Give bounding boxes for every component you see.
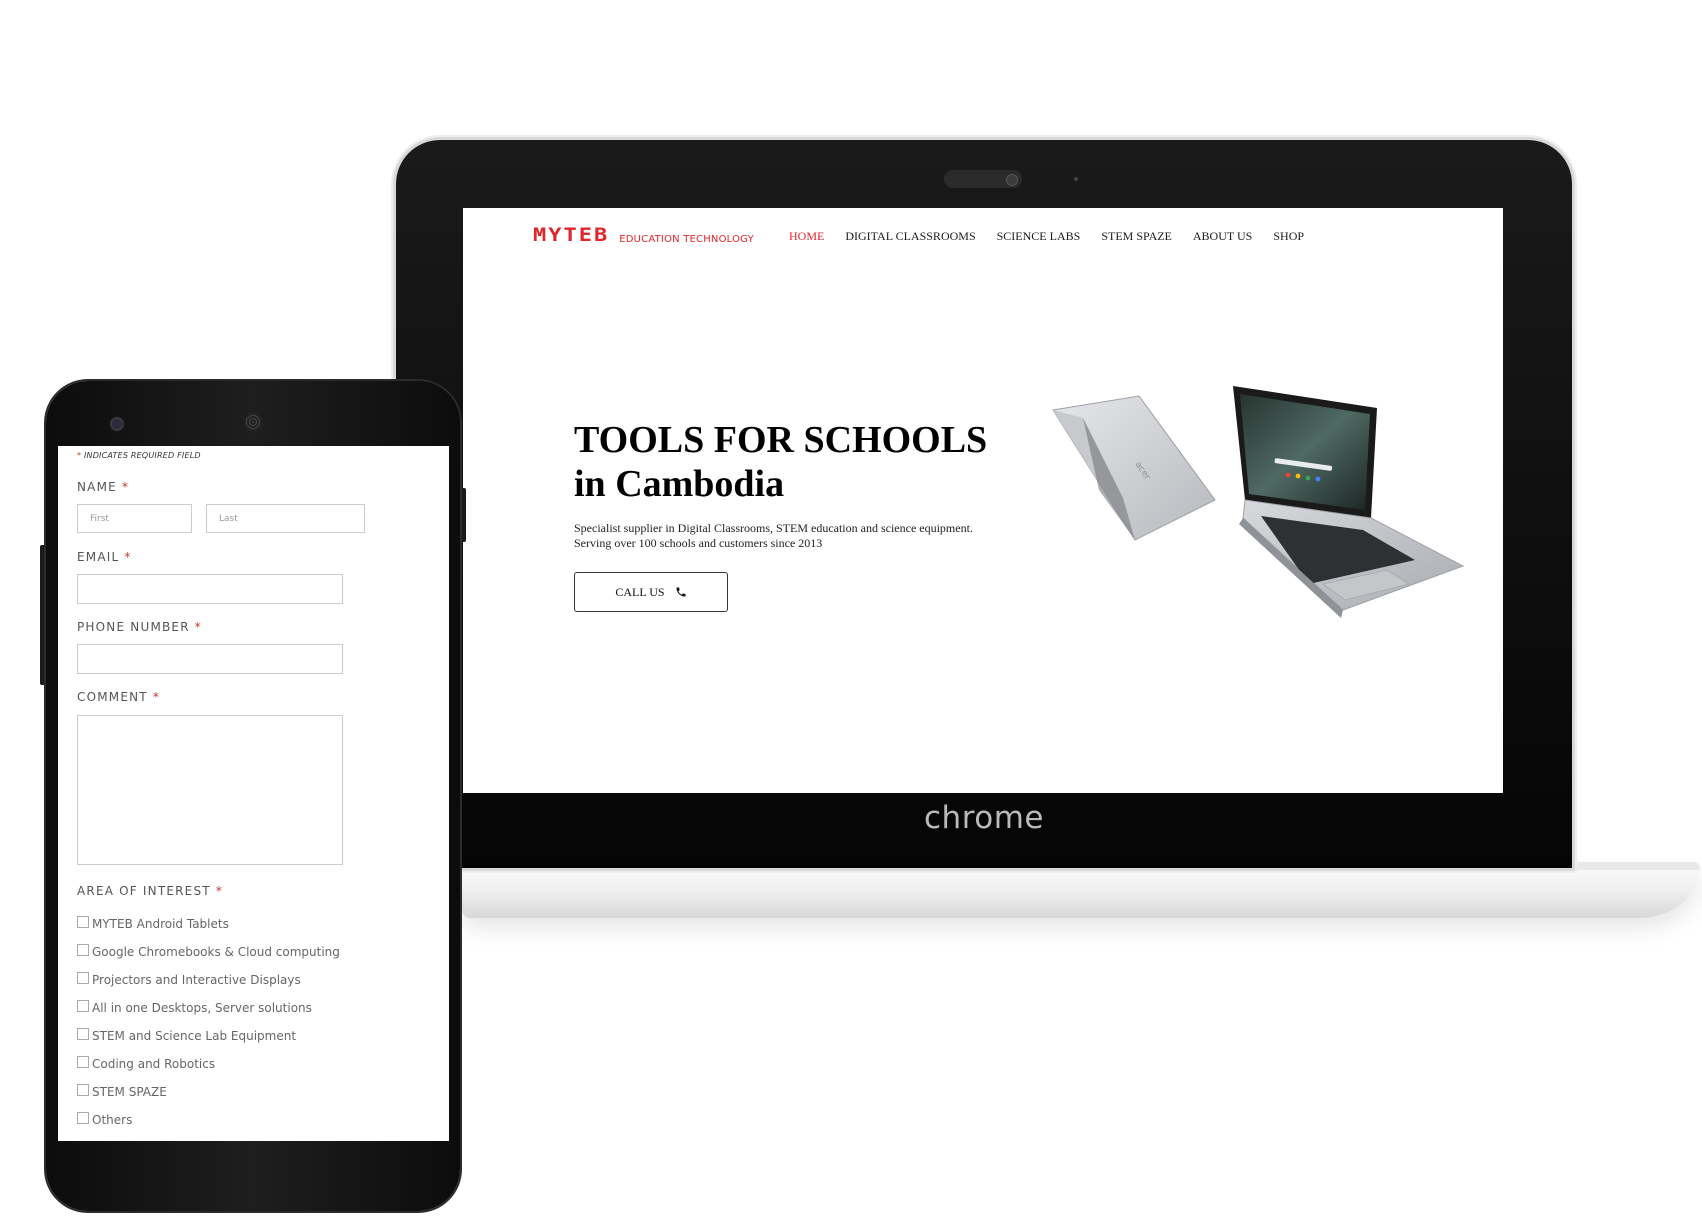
nav-item-about-us[interactable]: ABOUT US xyxy=(1193,229,1252,244)
interest-option-android-tablets[interactable]: MYTEB Android Tablets xyxy=(77,916,229,931)
comment-label-text: COMMENT xyxy=(77,690,148,704)
hero-description: Specialist supplier in Digital Classroom… xyxy=(574,521,994,551)
interest-option-projectors[interactable]: Projectors and Interactive Displays xyxy=(77,972,301,987)
checkbox-label: Coding and Robotics xyxy=(92,1057,216,1071)
checkbox-label: MYTEB Android Tablets xyxy=(92,917,229,931)
required-star: * xyxy=(77,451,82,460)
webcam-icon xyxy=(1006,174,1018,186)
required-star: * xyxy=(121,480,130,494)
phone-power-button xyxy=(460,488,466,542)
interest-option-stem-lab[interactable]: STEM and Science Lab Equipment xyxy=(77,1028,297,1043)
comment-label: COMMENT * xyxy=(77,690,160,704)
checkbox-label: Projectors and Interactive Displays xyxy=(92,973,301,987)
laptop-brand-label: chrome xyxy=(924,800,1044,836)
nav-item-home[interactable]: HOME xyxy=(789,229,824,244)
call-us-button[interactable]: CALL US xyxy=(574,572,728,612)
checkbox-label: Google Chromebooks & Cloud computing xyxy=(92,945,340,959)
checkbox-label: STEM SPAZE xyxy=(92,1085,167,1099)
hero-title-line-2: in Cambodia xyxy=(574,463,785,505)
required-note-text: INDICATES REQUIRED FIELD xyxy=(83,451,201,460)
checkbox-label: STEM and Science Lab Equipment xyxy=(92,1029,297,1043)
checkbox[interactable] xyxy=(77,1028,89,1040)
interest-option-stem-spaze[interactable]: STEM SPAZE xyxy=(77,1084,167,1099)
interest-option-others[interactable]: Others xyxy=(77,1112,133,1127)
area-of-interest-label: AREA OF INTEREST * xyxy=(77,884,223,898)
laptop-screen: MYTEB EDUCATION TECHNOLOGY HOME DIGITAL … xyxy=(463,208,1503,793)
nav-item-stem-spaze[interactable]: STEM SPAZE xyxy=(1101,229,1172,244)
required-field-note: * INDICATES REQUIRED FIELD xyxy=(77,451,201,460)
interest-option-chromebooks[interactable]: Google Chromebooks & Cloud computing xyxy=(77,944,340,959)
chromebook-product-image: acer xyxy=(1052,386,1465,618)
checkbox[interactable] xyxy=(77,1112,89,1124)
laptop-base xyxy=(462,866,1700,918)
name-label: NAME * xyxy=(77,480,129,494)
hero-description-line-2: Serving over 100 schools and customers s… xyxy=(574,536,823,550)
checkbox[interactable] xyxy=(77,1056,89,1068)
front-camera-icon xyxy=(110,417,124,431)
required-star: * xyxy=(194,620,202,634)
email-label-text: EMAIL xyxy=(77,550,120,564)
checkbox[interactable] xyxy=(77,1000,89,1012)
phone-icon xyxy=(675,586,687,598)
phone-number-field[interactable] xyxy=(77,644,343,674)
site-logo[interactable]: MYTEB EDUCATION TECHNOLOGY xyxy=(533,223,754,248)
checkbox[interactable] xyxy=(77,1084,89,1096)
hero-title-line-1: TOOLS FOR SCHOOLS xyxy=(574,419,988,461)
required-star: * xyxy=(152,690,161,704)
phone-screen: * INDICATES REQUIRED FIELD NAME * EMAIL … xyxy=(58,446,449,1141)
light-sensor-icon xyxy=(1074,177,1078,181)
comment-textarea[interactable] xyxy=(77,715,343,865)
main-navigation: HOME DIGITAL CLASSROOMS SCIENCE LABS STE… xyxy=(789,229,1304,244)
hero-title: TOOLS FOR SCHOOLS in Cambodia xyxy=(574,418,987,506)
phone-number-label-text: PHONE NUMBER xyxy=(77,620,190,634)
speaker-icon xyxy=(244,413,262,431)
required-star: * xyxy=(124,550,132,564)
email-label: EMAIL * xyxy=(77,550,132,564)
logo-tagline: EDUCATION TECHNOLOGY xyxy=(619,234,754,245)
nav-item-digital-classrooms[interactable]: DIGITAL CLASSROOMS xyxy=(845,229,975,244)
checkbox[interactable] xyxy=(77,916,89,928)
checkbox[interactable] xyxy=(77,972,89,984)
required-star: * xyxy=(215,884,224,898)
checkbox[interactable] xyxy=(77,944,89,956)
nav-item-science-labs[interactable]: SCIENCE LABS xyxy=(997,229,1081,244)
last-name-input[interactable] xyxy=(206,504,365,533)
first-name-input[interactable] xyxy=(77,504,192,533)
name-label-text: NAME xyxy=(77,480,117,494)
device-mockup-scene: chrome MYTEB EDUCATION TECHNOLOGY HOME D… xyxy=(0,0,1702,1222)
interest-option-coding-robotics[interactable]: Coding and Robotics xyxy=(77,1056,216,1071)
phone-number-label: PHONE NUMBER * xyxy=(77,620,202,634)
nav-item-shop[interactable]: SHOP xyxy=(1273,229,1304,244)
logo-wordmark: MYTEB xyxy=(533,224,610,247)
checkbox-label: Others xyxy=(92,1113,133,1127)
area-of-interest-label-text: AREA OF INTEREST xyxy=(77,884,211,898)
email-field[interactable] xyxy=(77,574,343,604)
checkbox-label: All in one Desktops, Server solutions xyxy=(92,1001,312,1015)
call-us-label: CALL US xyxy=(615,584,665,599)
hero-description-line-1: Specialist supplier in Digital Classroom… xyxy=(574,521,973,535)
interest-option-desktops[interactable]: All in one Desktops, Server solutions xyxy=(77,1000,312,1015)
